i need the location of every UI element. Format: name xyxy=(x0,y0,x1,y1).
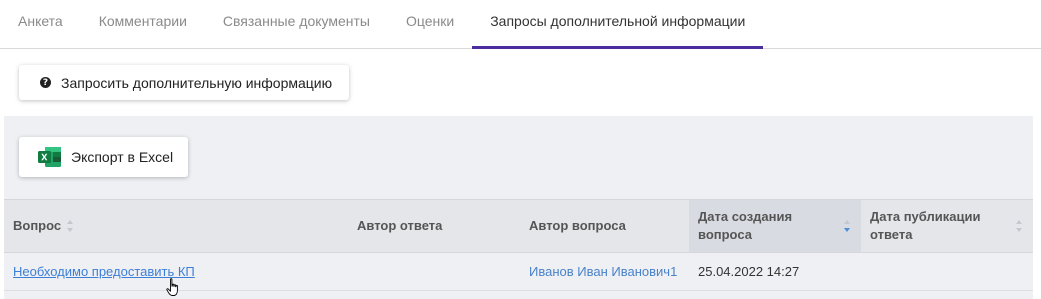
request-info-button[interactable]: ? Запросить дополнительную информацию xyxy=(19,65,349,100)
column-created-date[interactable]: Дата создания вопроса xyxy=(689,200,861,252)
question-link[interactable]: Необходимо предоставить КП xyxy=(13,264,195,279)
column-question[interactable]: Вопрос xyxy=(4,200,348,252)
cell-published-date xyxy=(861,253,1033,290)
hand-cursor-icon xyxy=(166,278,178,296)
tab-questionnaire[interactable]: Анкета xyxy=(0,0,81,48)
column-answer-author-label: Автор ответа xyxy=(357,218,443,233)
sort-desc-icon[interactable] xyxy=(844,220,851,232)
tab-info-requests[interactable]: Запросы дополнительной информации xyxy=(472,0,764,49)
request-info-button-label: Запросить дополнительную информацию xyxy=(61,74,333,91)
column-published-date-label: Дата публикации ответа xyxy=(870,209,981,242)
table-header: Вопрос Автор ответа Автор вопроса Дата с… xyxy=(4,199,1033,253)
sort-icon[interactable] xyxy=(67,220,74,232)
tab-ratings[interactable]: Оценки xyxy=(388,0,472,48)
tab-related-documents[interactable]: Связанные документы xyxy=(205,0,388,48)
requests-table: Вопрос Автор ответа Автор вопроса Дата с… xyxy=(4,199,1033,291)
column-published-date[interactable]: Дата публикации ответа xyxy=(861,200,1033,252)
tab-bar: Анкета Комментарии Связанные документы О… xyxy=(0,0,1041,49)
column-question-label: Вопрос xyxy=(13,218,62,233)
cell-question-author: Иванов Иван Иванович1 xyxy=(529,264,678,279)
table-row: Необходимо предоставить КП Иванов Иван И… xyxy=(4,253,1033,291)
excel-icon xyxy=(38,147,61,167)
column-question-author: Автор вопроса xyxy=(520,200,689,252)
column-question-author-label: Автор вопроса xyxy=(529,218,626,233)
cell-created-date: 25.04.2022 14:27 xyxy=(698,264,800,279)
export-excel-button-label: Экспорт в Excel xyxy=(71,149,174,165)
export-excel-button[interactable]: Экспорт в Excel xyxy=(19,137,188,177)
tab-comments[interactable]: Комментарии xyxy=(81,0,205,48)
column-answer-author: Автор ответа xyxy=(348,200,520,252)
sort-icon[interactable] xyxy=(1016,220,1023,232)
question-circle-icon: ? xyxy=(40,77,51,88)
column-created-date-label: Дата создания вопроса xyxy=(698,209,793,242)
cell-answer-author xyxy=(348,253,520,290)
